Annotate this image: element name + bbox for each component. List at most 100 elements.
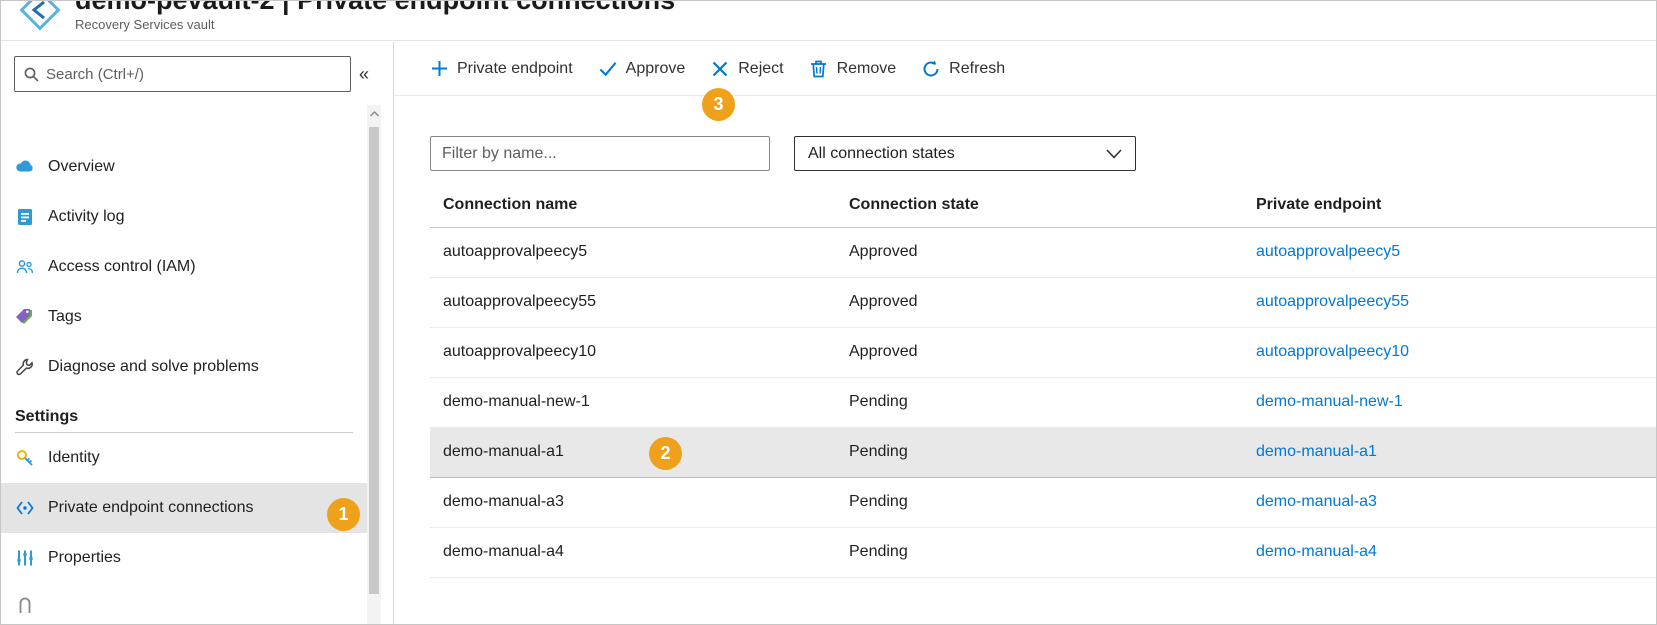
sidebar-item-tags[interactable]: Tags — [1, 292, 367, 342]
filter-row: All connection states — [430, 136, 1656, 171]
plus-icon — [430, 60, 448, 78]
sidebar-item-label: Identity — [48, 449, 100, 466]
azure-portal-screen: demo-pevault-2 | Private endpoint connec… — [0, 0, 1657, 625]
activity-log-icon — [15, 207, 35, 227]
table-row[interactable]: autoapprovalpeecy10 Approved autoapprova… — [430, 327, 1656, 378]
sidebar-item-label: Activity log — [48, 208, 125, 225]
sidebar-item-label: Access control (IAM) — [48, 258, 196, 275]
x-icon — [711, 60, 729, 78]
page-header: demo-pevault-2 | Private endpoint connec… — [1, 1, 1656, 41]
sidebar-item-label: Overview — [48, 158, 115, 175]
table-row[interactable]: demo-manual-a3 Pending demo-manual-a3 — [430, 477, 1656, 528]
wrench-icon — [15, 357, 35, 377]
private-endpoint-link[interactable]: demo-manual-a3 — [1256, 493, 1377, 510]
sidebar-scrollbar-thumb[interactable] — [369, 127, 379, 594]
private-endpoint-link[interactable]: autoapprovalpeecy55 — [1256, 293, 1409, 310]
callout-step-3: 3 — [702, 88, 735, 121]
toolbar-label: Approve — [625, 59, 686, 77]
connection-state-dropdown-value: All connection states — [808, 144, 955, 162]
sidebar: « Overview Activity log — [1, 42, 394, 624]
identity-key-icon — [15, 448, 35, 468]
table-row[interactable]: autoapprovalpeecy5 Approved autoapproval… — [430, 227, 1656, 278]
sidebar-scrollbar[interactable] — [367, 105, 381, 624]
chevron-down-icon — [1106, 148, 1122, 159]
private-endpoint-link[interactable]: autoapprovalpeecy10 — [1256, 343, 1409, 360]
people-icon — [15, 257, 35, 277]
search-icon — [24, 67, 39, 82]
sidebar-search-row: « — [14, 56, 369, 92]
reject-button[interactable]: Reject — [711, 59, 784, 78]
toolbar-label: Remove — [836, 59, 897, 77]
collapse-sidebar-icon[interactable]: « — [359, 64, 369, 85]
private-endpoint-icon — [15, 498, 35, 518]
connections-table: Connection name Connection state Private… — [430, 183, 1656, 578]
private-endpoint-link[interactable]: demo-manual-new-1 — [1256, 393, 1403, 410]
lock-shackle-icon — [15, 593, 35, 613]
table-row[interactable]: demo-manual-a4 Pending demo-manual-a4 — [430, 527, 1656, 578]
connection-state-cell: Approved — [849, 227, 1256, 278]
filter-by-name-input[interactable] — [430, 136, 770, 171]
connection-state-dropdown[interactable]: All connection states — [794, 136, 1136, 171]
scrollbar-up-icon[interactable] — [367, 105, 381, 123]
toolbar-label: Private endpoint — [457, 59, 573, 77]
sidebar-menu: Overview Activity log Access control (IA… — [1, 142, 367, 624]
refresh-button[interactable]: Refresh — [922, 60, 1005, 78]
connection-state-cell: Pending — [849, 477, 1256, 528]
page-subtitle: Recovery Services vault — [75, 17, 215, 32]
private-endpoint-link[interactable]: demo-manual-a4 — [1256, 543, 1377, 560]
sidebar-section-settings: Settings — [15, 408, 79, 425]
sidebar-item-label: Diagnose and solve problems — [48, 358, 259, 375]
sidebar-item-properties[interactable]: Properties — [1, 533, 367, 583]
trash-icon — [810, 60, 828, 78]
connection-name-cell: autoapprovalpeecy55 — [430, 277, 849, 328]
sidebar-item-label: Properties — [48, 549, 121, 566]
connection-state-cell: Pending — [849, 426, 1256, 478]
check-icon — [599, 60, 617, 78]
connection-name-cell: demo-manual-new-1 — [430, 377, 849, 428]
sidebar-search-box[interactable] — [14, 56, 351, 92]
connection-state-cell: Approved — [849, 327, 1256, 378]
sidebar-item-activity-log[interactable]: Activity log — [1, 192, 367, 242]
sidebar-item-diagnose[interactable]: Diagnose and solve problems — [1, 342, 367, 392]
title-wrap: demo-pevault-2 | Private endpoint connec… — [75, 1, 675, 32]
sidebar-item-overview[interactable]: Overview — [1, 142, 367, 192]
recovery-services-vault-icon — [17, 1, 63, 33]
main-content: Private endpoint Approve Reject Remove R… — [394, 42, 1656, 624]
callout-step-2: 2 — [649, 437, 682, 470]
connection-name-cell: autoapprovalpeecy10 — [430, 327, 849, 378]
connection-name-cell: demo-manual-a1 — [443, 443, 564, 460]
approve-button[interactable]: Approve — [599, 59, 686, 78]
connection-state-cell: Approved — [849, 277, 1256, 328]
sidebar-item-label: Private endpoint connections — [48, 499, 254, 516]
refresh-icon — [922, 60, 940, 78]
connection-state-cell: Pending — [849, 527, 1256, 578]
connection-name-cell: autoapprovalpeecy5 — [430, 227, 849, 278]
table-row[interactable]: demo-manual-new-1 Pending demo-manual-ne… — [430, 377, 1656, 428]
connection-name-cell: demo-manual-a4 — [430, 527, 849, 578]
table-row-selected[interactable]: demo-manual-a1 Pending demo-manual-a1 — [430, 426, 1656, 478]
sliders-icon — [15, 548, 35, 568]
private-endpoint-button[interactable]: Private endpoint — [430, 60, 573, 78]
cloud-icon — [15, 157, 35, 177]
toolbar-label: Refresh — [949, 59, 1006, 77]
tag-icon — [15, 307, 35, 327]
command-toolbar: Private endpoint Approve Reject Remove R… — [394, 42, 1656, 96]
sidebar-search-input[interactable] — [46, 65, 341, 83]
connection-name-cell: demo-manual-a3 — [430, 477, 849, 528]
private-endpoint-link[interactable]: demo-manual-a1 — [1256, 443, 1377, 460]
sidebar-item-partial[interactable] — [1, 583, 367, 624]
page-title: demo-pevault-2 | Private endpoint connec… — [75, 1, 675, 16]
sidebar-item-identity[interactable]: Identity — [1, 433, 367, 483]
table-row[interactable]: autoapprovalpeecy55 Approved autoapprova… — [430, 277, 1656, 328]
remove-button[interactable]: Remove — [810, 59, 897, 78]
connection-state-cell: Pending — [849, 377, 1256, 428]
private-endpoint-link[interactable]: autoapprovalpeecy5 — [1256, 243, 1400, 260]
table-header-row: Connection name Connection state Private… — [430, 183, 1656, 228]
toolbar-label: Reject — [738, 59, 784, 77]
sidebar-item-access-control[interactable]: Access control (IAM) — [1, 242, 367, 292]
column-header-connection-name: Connection name — [430, 183, 849, 228]
callout-step-1: 1 — [327, 498, 360, 531]
sidebar-item-label: Tags — [48, 308, 82, 325]
column-header-connection-state: Connection state — [849, 183, 1256, 228]
sidebar-item-private-endpoint-connections[interactable]: Private endpoint connections — [1, 483, 367, 533]
